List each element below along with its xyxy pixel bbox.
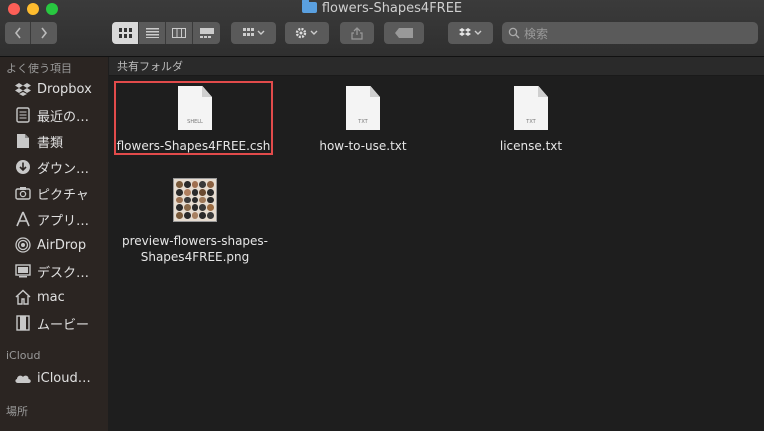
text-file-icon[interactable]: TXT [346,86,380,130]
file-name-line: preview-flowers-shapes- [121,234,269,248]
sidebar-item-label: ダウン… [37,161,90,177]
list-view-icon [145,28,159,38]
sidebar-item-downloads[interactable]: ダウン… [14,157,89,177]
movies-icon [14,315,32,331]
shell-script-file-icon[interactable]: SHELL [178,86,212,130]
sidebar-item-label: Dropbox [37,81,92,97]
text-file-icon[interactable]: TXT [514,86,548,130]
group-by-button[interactable] [231,22,276,44]
search-placeholder: 検索 [524,26,549,41]
action-menu-button[interactable] [285,22,329,44]
column-view-button[interactable] [166,22,193,44]
sidebar-item-label: 書類 [37,135,64,151]
nav-buttons [5,22,57,44]
sidebar-item-label: 最近の… [37,109,90,125]
tag-icon [395,28,413,38]
search-field[interactable]: 検索 [502,22,758,44]
sidebar-item-label: デスク… [37,265,90,281]
sidebar-item-pictures[interactable]: ピクチャ [14,183,89,203]
window-title-text: flowers-Shapes4FREE [321,1,463,16]
title-bar: flowers-Shapes4FREE 検索 [0,0,764,57]
sidebar-item-documents[interactable]: 書類 [14,131,63,151]
window-title: flowers-Shapes4FREE [0,0,764,17]
list-view-button[interactable] [139,22,166,44]
sidebar-item-movies[interactable]: ムービー [14,313,89,333]
chevron-left-icon [14,27,21,39]
folder-icon [301,0,317,13]
sidebar-item-icloud[interactable]: iCloud… [14,368,91,388]
file-name-preview-png[interactable]: preview-flowers-shapes- Shapes4FREE.png [110,233,280,265]
icloud-header: iCloud [6,349,41,362]
sidebar-item-label: AirDrop [37,237,87,253]
desktop-icon [14,263,32,279]
share-button[interactable] [340,22,374,44]
downloads-icon [14,159,32,175]
sidebar-item-label: iCloud… [37,370,91,386]
column-view-icon [172,28,186,38]
gear-icon [295,27,318,39]
locations-header: 場所 [6,405,28,418]
gallery-view-icon [199,28,214,38]
share-icon [351,26,363,40]
icon-view-button[interactable] [112,22,139,44]
dropbox-icon [14,81,32,97]
group-grid-icon [242,28,264,36]
search-icon [508,27,520,39]
file-name-how-to-use[interactable]: how-to-use.txt [303,138,423,154]
sidebar-item-desktop[interactable]: デスク… [14,261,89,281]
edit-tags-button[interactable] [384,22,424,44]
sidebar: よく使う項目 Dropbox 最近の… 書類 ダウン… ピクチャ アプリ… Ai… [0,57,108,431]
documents-icon [14,133,32,149]
file-name-license[interactable]: license.txt [471,138,591,154]
home-icon [14,289,32,305]
file-type-label: SHELL [187,119,203,125]
file-type-label: TXT [358,119,368,125]
png-preview-thumbnail[interactable] [173,178,217,222]
path-header: 共有フォルダ [109,57,764,76]
dropbox-menu-button[interactable] [448,22,493,44]
sidebar-item-home[interactable]: mac [14,287,65,307]
gallery-view-button[interactable] [193,22,220,44]
sidebar-item-airdrop[interactable]: AirDrop [14,235,86,255]
sidebar-item-label: mac [37,289,65,305]
forward-button[interactable] [31,22,57,44]
airdrop-icon [14,237,32,253]
chevron-right-icon [41,27,48,39]
cloud-icon [14,370,32,386]
sidebar-item-applications[interactable]: アプリ… [14,209,89,229]
sidebar-item-label: アプリ… [37,213,90,229]
grid-view-icon [118,28,132,38]
sidebar-item-label: ムービー [37,317,90,333]
applications-icon [14,211,32,227]
back-button[interactable] [5,22,31,44]
pictures-icon [14,185,32,201]
dropbox-icon [458,28,481,36]
file-type-label: TXT [526,119,536,125]
file-name-line: Shapes4FREE.png [140,250,250,264]
file-name-shell[interactable]: flowers-Shapes4FREE.csh [114,138,273,154]
sidebar-item-recents[interactable]: 最近の… [14,105,89,125]
recents-icon [14,107,32,123]
sidebar-item-dropbox[interactable]: Dropbox [14,79,92,99]
sidebar-item-label: ピクチャ [37,187,89,203]
view-mode-group [112,22,220,44]
favorites-header: よく使う項目 [6,62,72,75]
